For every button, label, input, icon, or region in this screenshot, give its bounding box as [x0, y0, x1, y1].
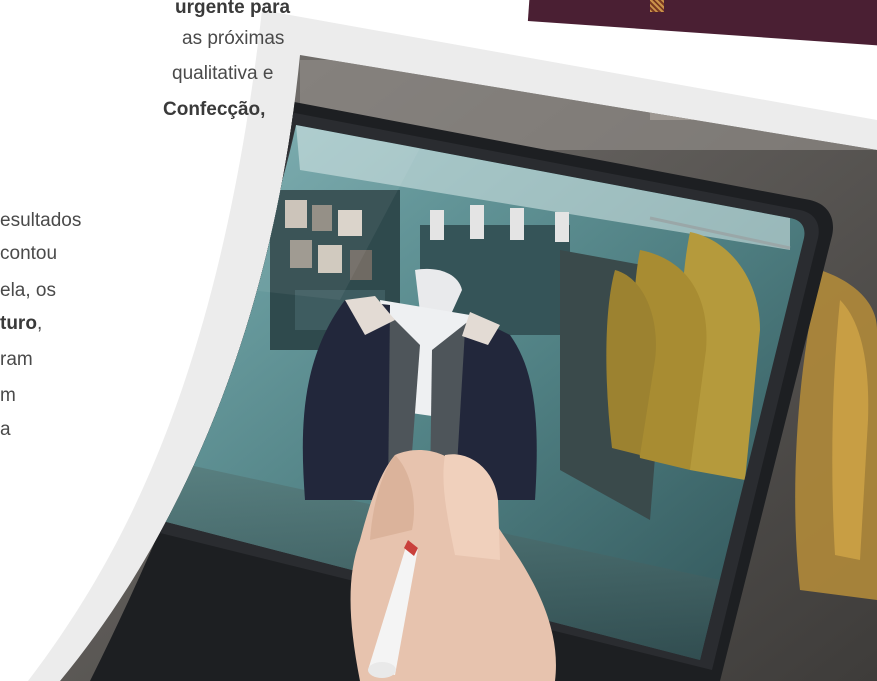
text-line: contou	[0, 243, 58, 264]
text-line: a	[0, 419, 11, 440]
bold-fragment: turo	[0, 313, 37, 334]
text-fragment: ,	[36, 313, 43, 334]
text-line: as próximas	[182, 28, 285, 49]
text-line: m	[0, 385, 16, 406]
text-line: turo,	[0, 308, 42, 339]
text-line: esultados	[0, 210, 82, 231]
text-line: qualitativa e	[172, 63, 274, 84]
text-line: ram	[0, 349, 33, 370]
text-line: urgente para	[175, 0, 291, 18]
body-text-column: urgente para as próximas qualitativa e C…	[0, 0, 300, 681]
text-line: Confecção,	[163, 99, 266, 120]
text-line: ela, os	[0, 280, 56, 301]
